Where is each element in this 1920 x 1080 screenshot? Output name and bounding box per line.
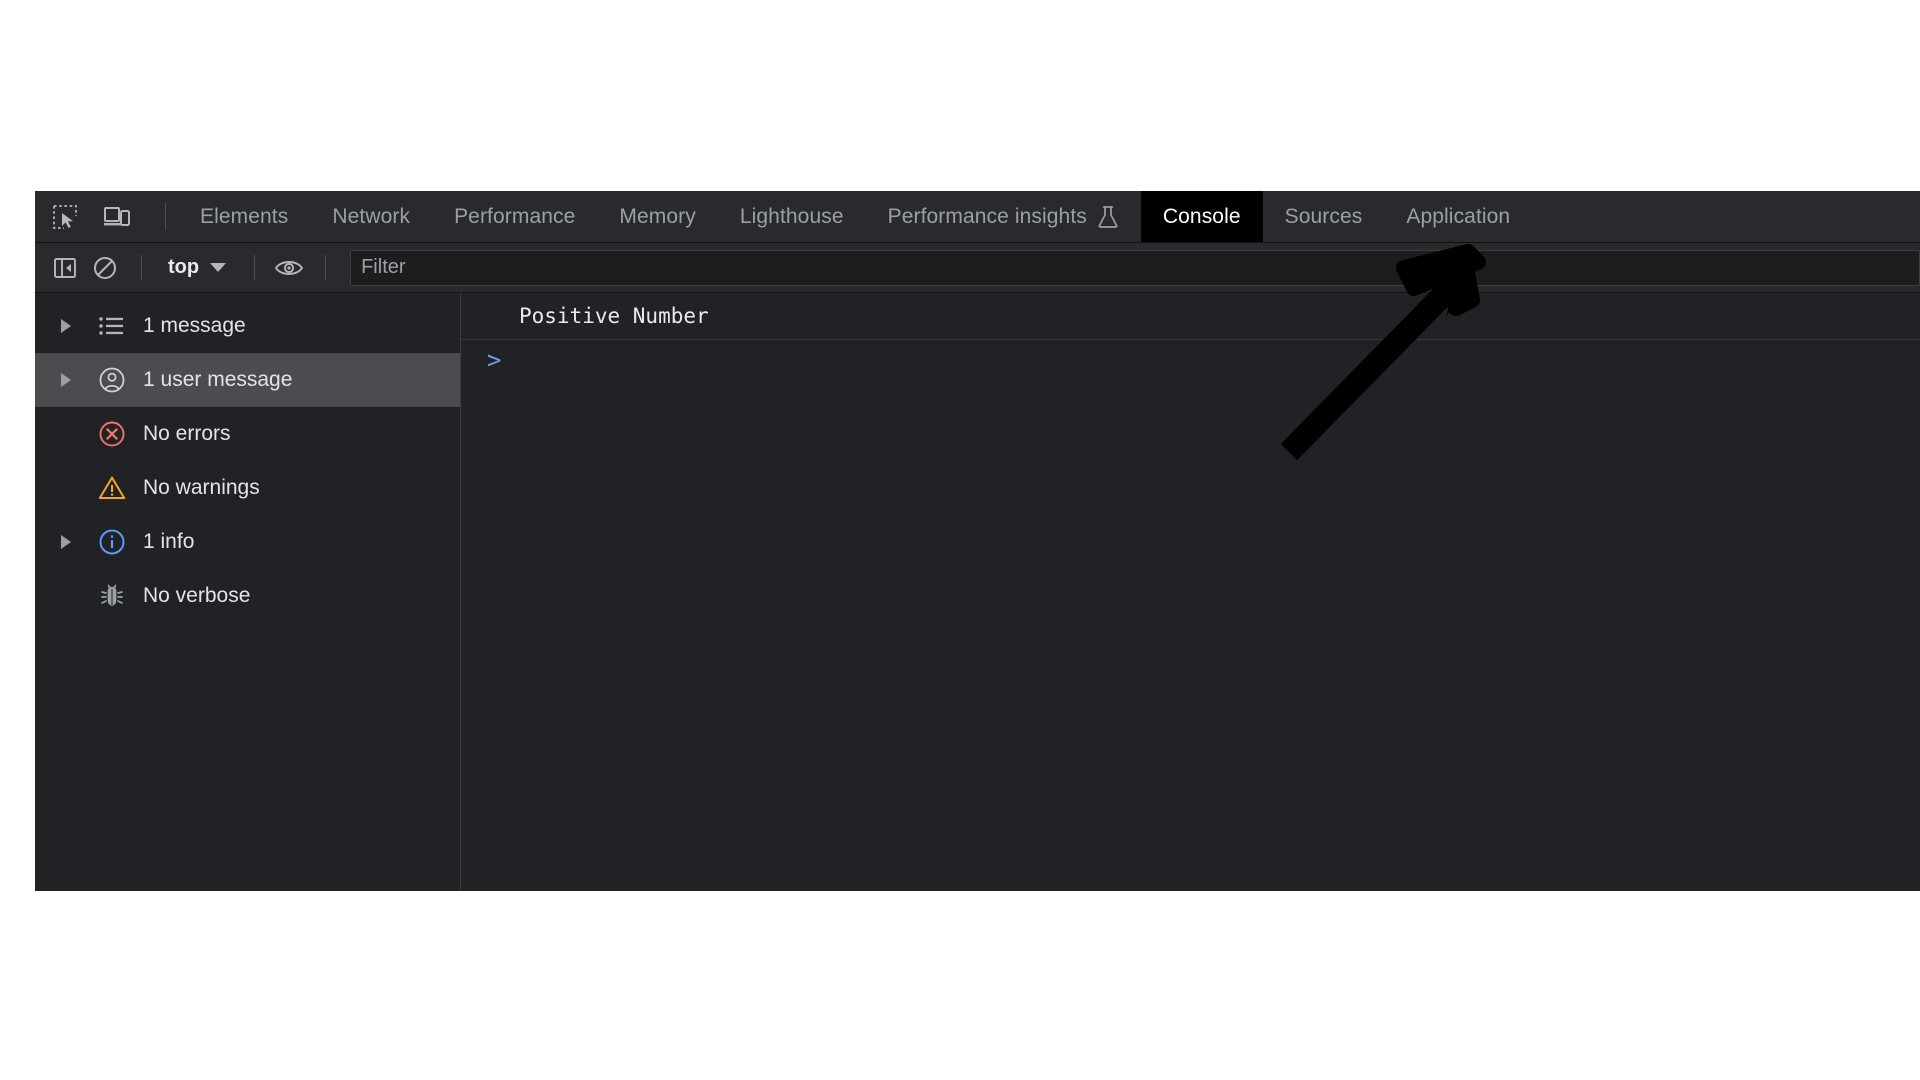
console-prompt-row[interactable]: > xyxy=(461,340,1920,384)
execution-context-value: top xyxy=(168,256,200,278)
tab-console[interactable]: Console xyxy=(1140,191,1263,242)
tab-memory-label: Memory xyxy=(619,204,696,228)
tab-memory[interactable]: Memory xyxy=(597,191,717,242)
show-console-sidebar-icon[interactable] xyxy=(47,250,83,286)
execution-context-selector[interactable]: top xyxy=(158,256,236,279)
live-expression-eye-icon[interactable] xyxy=(271,250,307,286)
chevron-down-icon xyxy=(210,263,227,272)
toolbar-divider-3 xyxy=(325,255,327,280)
toolbar-divider-1 xyxy=(141,255,142,280)
sidebar-item-warnings-label: No warnings xyxy=(143,476,260,499)
error-circle-icon xyxy=(87,420,137,448)
expand-triangle-icon[interactable] xyxy=(61,535,87,549)
tab-performance-insights[interactable]: Performance insights xyxy=(866,191,1141,242)
tab-application[interactable]: Application xyxy=(1384,191,1532,242)
sidebar-item-messages[interactable]: 1 message xyxy=(35,299,460,353)
console-message: Positive Number xyxy=(461,293,1920,341)
devtools-tabbar: Elements Network Performance Memory Ligh… xyxy=(35,191,1920,243)
tab-elements[interactable]: Elements xyxy=(178,191,310,242)
tab-network[interactable]: Network xyxy=(310,191,432,242)
sidebar-item-errors-label: No errors xyxy=(143,422,231,445)
tab-performance-label: Performance xyxy=(454,204,576,228)
tab-performance-insights-label: Performance insights xyxy=(887,204,1087,228)
toolbar-divider-2 xyxy=(254,255,256,280)
list-icon xyxy=(87,314,137,338)
console-body: 1 message 1 user message No errors No wa… xyxy=(35,293,1920,891)
sidebar-item-warnings[interactable]: No warnings xyxy=(35,461,460,515)
tab-sources[interactable]: Sources xyxy=(1263,191,1385,242)
sidebar-item-verbose[interactable]: No verbose xyxy=(35,569,460,623)
sidebar-item-user-messages-label: 1 user message xyxy=(143,368,293,391)
tabbar-tool-icons xyxy=(35,191,178,242)
tab-lighthouse[interactable]: Lighthouse xyxy=(718,191,866,242)
user-icon xyxy=(87,366,137,394)
filter-input[interactable] xyxy=(350,249,1920,286)
sidebar-item-messages-label: 1 message xyxy=(143,314,246,337)
tab-network-label: Network xyxy=(332,204,411,228)
prompt-chevron-icon: > xyxy=(487,346,502,375)
sidebar-item-info[interactable]: 1 info xyxy=(35,515,460,569)
info-circle-icon xyxy=(87,528,137,556)
expand-triangle-icon[interactable] xyxy=(61,373,87,387)
sidebar-item-verbose-label: No verbose xyxy=(143,584,251,607)
clear-console-icon[interactable] xyxy=(87,250,123,286)
device-toolbar-icon[interactable] xyxy=(99,199,135,235)
tab-performance[interactable]: Performance xyxy=(432,191,597,242)
devtools-tabs: Elements Network Performance Memory Ligh… xyxy=(178,191,1920,242)
sidebar-item-user-messages[interactable]: 1 user message xyxy=(35,353,460,407)
console-output[interactable]: Positive Number > xyxy=(461,293,1920,891)
tab-lighthouse-label: Lighthouse xyxy=(739,204,844,228)
sidebar-item-info-label: 1 info xyxy=(143,530,195,553)
expand-triangle-icon[interactable] xyxy=(61,319,87,333)
tab-console-label: Console xyxy=(1162,204,1241,228)
devtools-panel: Elements Network Performance Memory Ligh… xyxy=(35,191,1920,891)
tab-elements-label: Elements xyxy=(200,204,289,228)
tab-application-label: Application xyxy=(1406,204,1511,228)
console-toolbar: top xyxy=(35,243,1920,293)
bug-icon xyxy=(87,583,137,609)
console-sidebar: 1 message 1 user message No errors No wa… xyxy=(35,293,461,891)
tab-sources-label: Sources xyxy=(1284,204,1363,228)
sidebar-item-errors[interactable]: No errors xyxy=(35,407,460,461)
inspect-element-icon[interactable] xyxy=(47,199,83,235)
warning-triangle-icon xyxy=(87,475,137,501)
flask-icon xyxy=(1097,205,1119,229)
tabbar-divider xyxy=(165,203,166,230)
